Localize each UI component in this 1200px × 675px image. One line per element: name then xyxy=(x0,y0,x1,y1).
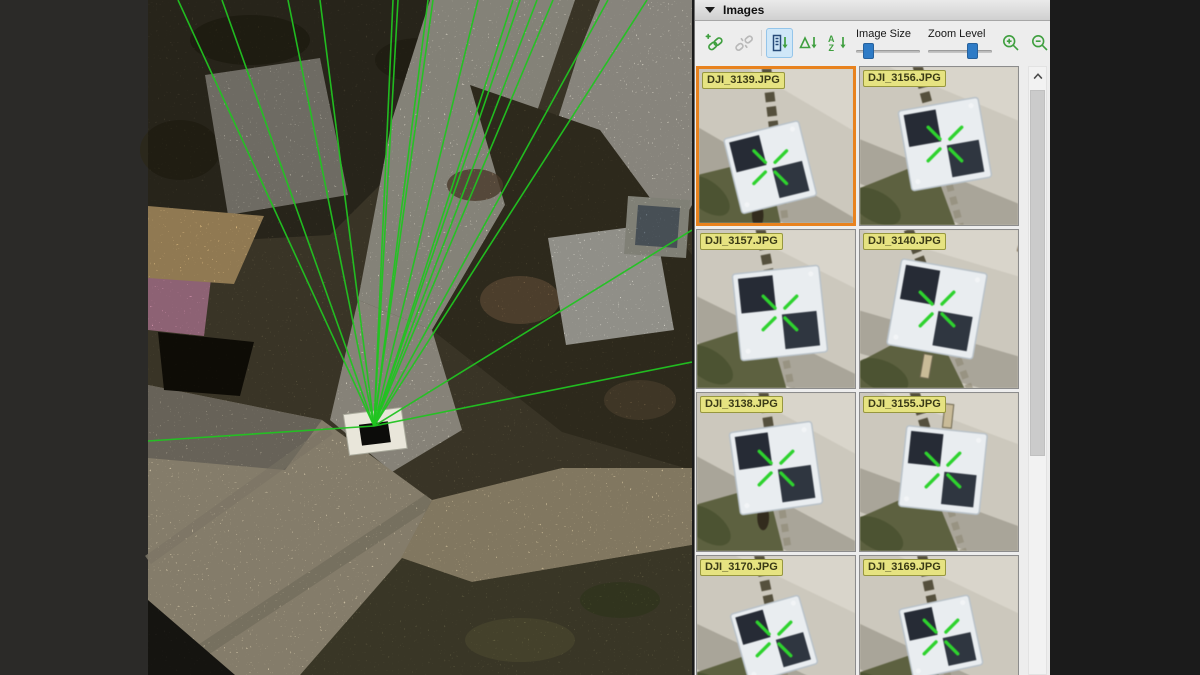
thumbnail-photo xyxy=(860,393,1018,551)
thumbnail-label: DJI_3138.JPG xyxy=(700,396,783,413)
zoom-level-slider[interactable] xyxy=(928,43,992,59)
unlink-icon xyxy=(734,33,754,53)
thumbnail-item[interactable]: DJI_3155.JPG xyxy=(859,392,1019,552)
thumbnail-item[interactable]: DJI_3157.JPG xyxy=(696,229,856,389)
thumbnail-photo xyxy=(697,393,855,551)
empty-area xyxy=(1050,0,1200,675)
scroll-up-button[interactable] xyxy=(1029,67,1046,85)
thumbnail-item[interactable]: DJI_3169.JPG xyxy=(859,555,1019,675)
thumbnail-label: DJI_3170.JPG xyxy=(700,559,783,576)
zoom-level-label: Zoom Level xyxy=(928,28,992,40)
image-size-label: Image Size xyxy=(856,28,920,40)
collapse-triangle-icon[interactable] xyxy=(705,7,715,13)
sort-by-name-icon: A Z xyxy=(827,33,849,53)
thumbnail-photo xyxy=(699,69,853,223)
thumbnail-item[interactable]: DJI_3140.JPG xyxy=(859,229,1019,389)
sort-by-size-button[interactable] xyxy=(766,28,793,58)
zoom-level-control: Zoom Level xyxy=(928,28,992,59)
zoom-in-button[interactable] xyxy=(997,28,1024,58)
gcp-checkerboard-marker xyxy=(732,265,828,361)
svg-text:Z: Z xyxy=(828,43,834,53)
sort-by-quality-icon xyxy=(798,33,820,53)
thumbnail-label: DJI_3155.JPG xyxy=(863,396,946,413)
gcp-checkerboard-marker xyxy=(898,97,992,191)
thumbnail-label: DJI_3157.JPG xyxy=(700,233,783,250)
zoom-out-button[interactable] xyxy=(1026,28,1050,58)
gcp-checkerboard-marker xyxy=(729,421,823,515)
thumbnail-item[interactable]: DJI_3156.JPG xyxy=(859,66,1019,226)
panel-title: Images xyxy=(723,3,764,17)
zoom-in-icon xyxy=(1001,33,1021,53)
thumbnail-scrollbar[interactable] xyxy=(1028,66,1047,675)
slider-track xyxy=(928,50,992,53)
sort-by-quality-button[interactable] xyxy=(795,28,822,58)
link-button[interactable] xyxy=(701,28,728,58)
thumbnail-item[interactable]: DJI_3139.JPG xyxy=(696,66,856,226)
zoom-out-icon xyxy=(1030,33,1050,53)
zoom-level-slider-handle[interactable] xyxy=(967,43,978,59)
images-toolbar: A Z Image Size Zoom Level xyxy=(695,21,1050,65)
thumbnail-label: DJI_3140.JPG xyxy=(863,233,946,250)
images-panel: Images xyxy=(694,0,1050,675)
scrollbar-thumb[interactable] xyxy=(1030,90,1045,456)
thumbnail-photo xyxy=(860,67,1018,225)
images-panel-header[interactable]: Images xyxy=(695,0,1050,21)
image-size-slider[interactable] xyxy=(856,43,920,59)
image-size-control: Image Size xyxy=(856,28,920,59)
link-icon xyxy=(705,33,725,53)
image-size-slider-handle[interactable] xyxy=(863,43,874,59)
thumbnail-photo xyxy=(860,230,1018,388)
thumbnail-label: DJI_3139.JPG xyxy=(702,72,785,89)
toolbar-separator xyxy=(761,30,762,56)
application-window: Images xyxy=(0,0,1200,675)
chevron-up-icon xyxy=(1032,71,1044,81)
thumbnail-item[interactable]: DJI_3170.JPG xyxy=(696,555,856,675)
unlink-button[interactable] xyxy=(730,28,757,58)
model-viewport[interactable] xyxy=(0,0,692,675)
thumbnail-grid: DJI_3139.JPG DJI_3156.JPG xyxy=(695,64,1024,675)
thumbnail-photo xyxy=(697,230,855,388)
gcp-checkerboard-marker xyxy=(899,595,983,675)
point-cloud xyxy=(140,0,692,675)
thumbnail-label: DJI_3156.JPG xyxy=(863,70,946,87)
sort-by-size-icon xyxy=(769,33,791,53)
thumbnail-item[interactable]: DJI_3138.JPG xyxy=(696,392,856,552)
sort-by-name-button[interactable]: A Z xyxy=(824,28,851,58)
point-cloud-view xyxy=(0,0,692,675)
thumbnail-label: DJI_3169.JPG xyxy=(863,559,946,576)
